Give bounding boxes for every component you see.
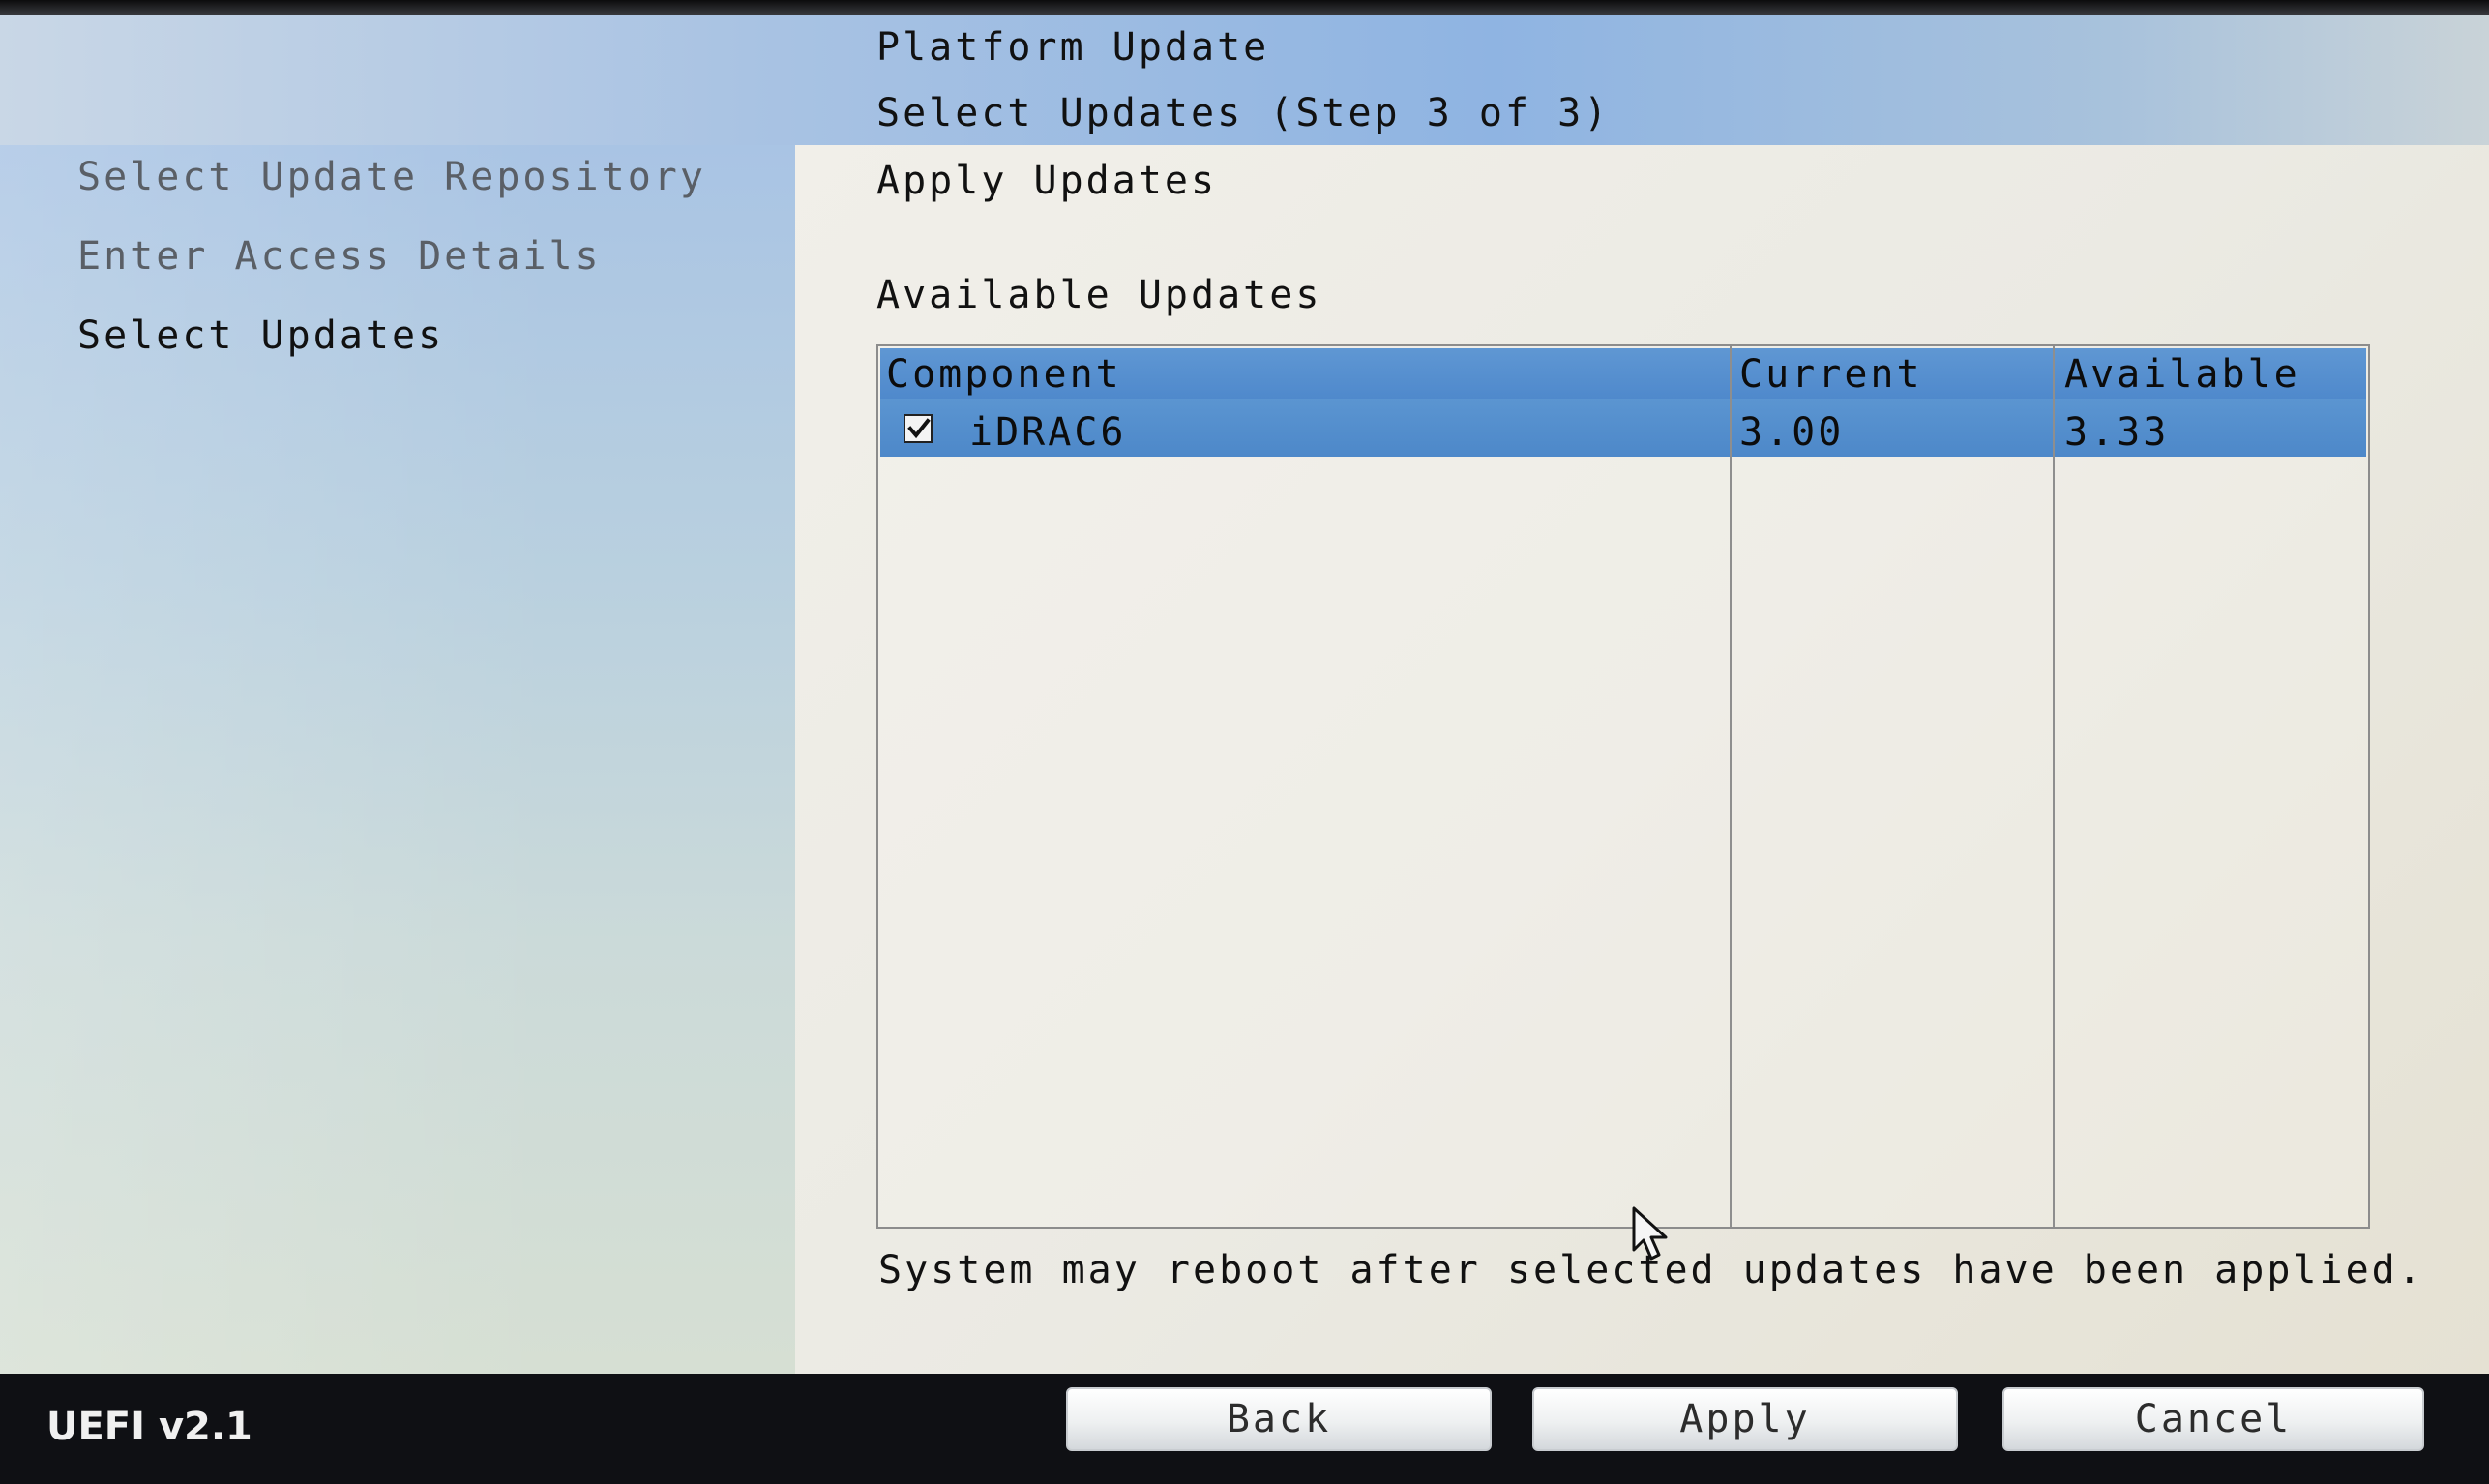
page-title: Platform Update: [876, 25, 1270, 70]
column-header-available[interactable]: Available: [2064, 352, 2300, 397]
checkbox-checked-icon[interactable]: [904, 414, 933, 443]
sidebar-item-enter-access-details[interactable]: Enter Access Details: [77, 234, 602, 279]
cell-current-version: 3.00: [1739, 410, 1845, 455]
uefi-screen: Platform Update Select Updates (Step 3 o…: [0, 0, 2489, 1484]
header-bar: Platform Update Select Updates (Step 3 o…: [0, 15, 2489, 145]
apply-button[interactable]: Apply: [1532, 1387, 1958, 1451]
screen-top-edge: [0, 0, 2489, 15]
table-title: Available Updates: [876, 273, 1322, 317]
column-divider: [2053, 346, 2055, 1227]
column-header-current[interactable]: Current: [1739, 352, 1923, 397]
sidebar-item-select-update-repository[interactable]: Select Update Repository: [77, 155, 706, 199]
back-button[interactable]: Back: [1066, 1387, 1492, 1451]
checkmark-icon: [907, 418, 931, 439]
section-title: Apply Updates: [876, 159, 1218, 203]
uefi-version-label: UEFI v2.1: [46, 1405, 252, 1449]
updates-table: Component Current Available iDRAC6 3.00 …: [876, 344, 2370, 1229]
mouse-pointer-icon: [1632, 1206, 1668, 1261]
page-subtitle: Select Updates (Step 3 of 3): [876, 91, 1611, 135]
cell-available-version: 3.33: [2064, 410, 2170, 455]
cell-component: iDRAC6: [969, 410, 1127, 455]
column-header-component[interactable]: Component: [886, 352, 1122, 397]
cancel-button[interactable]: Cancel: [2002, 1387, 2424, 1451]
column-divider: [1730, 346, 1732, 1227]
sidebar-item-select-updates[interactable]: Select Updates: [77, 313, 444, 358]
